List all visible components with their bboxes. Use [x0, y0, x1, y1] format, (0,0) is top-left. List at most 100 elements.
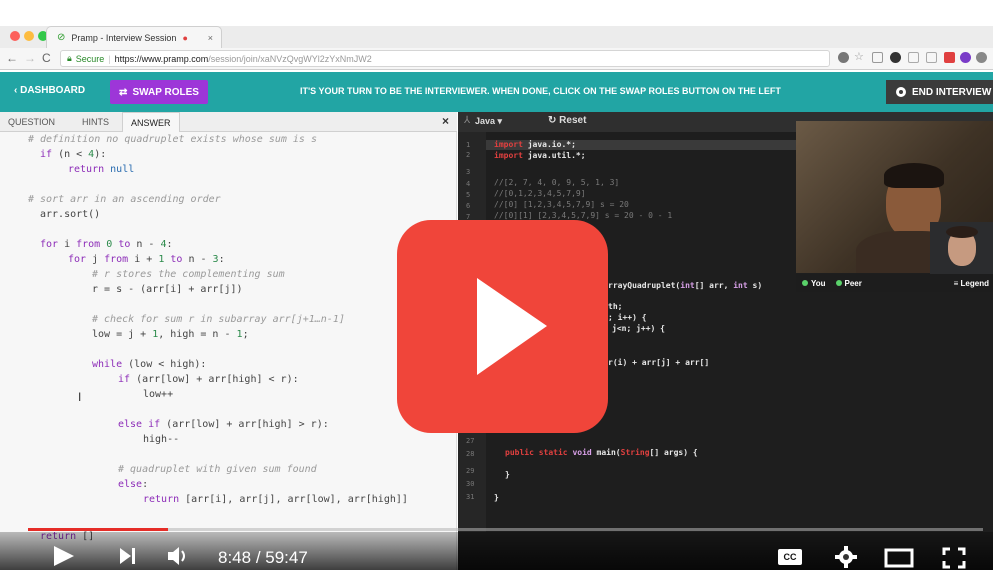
line-number: 30 [466, 480, 475, 488]
recording-dot-icon: ● [182, 32, 188, 43]
end-interview-label: END INTERVIEW [912, 86, 992, 98]
line-number: 6 [466, 202, 471, 210]
back-icon[interactable]: ← [6, 51, 18, 65]
extension-icon-4[interactable] [926, 52, 937, 63]
lock-icon: 🔒︎ [67, 53, 72, 63]
browser-tab[interactable]: ⊘ Pramp - Interview Session ● × [46, 26, 222, 48]
play-icon [477, 278, 547, 375]
favicon-icon: ⊘ [57, 32, 66, 43]
peer-hair [946, 226, 978, 238]
tab-question[interactable]: QUESTION [0, 112, 63, 132]
captions-icon[interactable]: CC [778, 549, 802, 565]
end-interview-icon [896, 87, 906, 97]
editor-line: //[0,1,2,3,4,5,7,9] [494, 189, 586, 198]
turn-message: IT'S YOUR TURN TO BE THE INTERVIEWER. WH… [300, 86, 781, 96]
extension-icon-6[interactable] [960, 52, 971, 63]
theater-mode-icon[interactable] [884, 548, 914, 568]
editor-line: r(i) + arr[j] + arr[] [608, 358, 710, 367]
progress-bar[interactable] [28, 528, 983, 531]
code-line: # r stores the complementing sum [92, 269, 285, 280]
address-bar[interactable]: 🔒︎ Secure | https://www.pramp.com/sessio… [60, 50, 830, 67]
next-icon[interactable] [118, 546, 138, 566]
editor-line: import java.io.*; [494, 140, 576, 149]
line-number: 5 [466, 191, 471, 199]
extension-icon-2[interactable] [890, 52, 901, 63]
address-path: /session/join/xaNVzQvgWYl2zYxNmJW2 [208, 53, 372, 64]
tab-hints[interactable]: HINTS [74, 112, 117, 132]
editor-line: public static void main(String[] args) { [505, 448, 698, 457]
editor-line: //[0] [1,2,3,4,5,7,9] s = 20 [494, 200, 629, 209]
camera-indicator-icon[interactable] [838, 52, 849, 63]
code-line: return null [68, 164, 135, 175]
tab-close-icon[interactable]: × [208, 33, 213, 43]
fullscreen-icon[interactable] [942, 547, 966, 569]
secure-label: Secure [75, 53, 105, 64]
code-line: if (arr[low] + arr[high] < r): [118, 374, 299, 385]
swap-roles-button[interactable]: ⇄ SWAP ROLES [110, 80, 208, 104]
language-select[interactable]: Java ▾ [475, 116, 502, 127]
time-display: 8:48 / 59:47 [218, 548, 308, 567]
line-number: 3 [466, 168, 471, 176]
editor-line: j<n; j++) { [612, 324, 665, 333]
close-window-icon[interactable] [10, 31, 20, 41]
minimize-window-icon[interactable] [24, 31, 34, 41]
legend-you: You [802, 279, 826, 288]
end-interview-button[interactable]: END INTERVIEW [886, 80, 993, 104]
reload-icon[interactable]: C [42, 51, 51, 65]
code-line: low = j + 1, high = n - 1; [92, 329, 249, 340]
editor-line: th; [608, 302, 623, 311]
extension-icon-1[interactable] [872, 52, 883, 63]
forward-icon[interactable]: → [24, 51, 36, 65]
address-host: https://www.pramp.com [114, 53, 209, 64]
code-line: # quadruplet with given sum found [118, 464, 317, 475]
editor-line: } [494, 493, 499, 502]
code-line: r = s - (arr[i] + arr[j]) [92, 284, 243, 295]
swap-roles-label: SWAP ROLES [132, 86, 199, 98]
legend-button[interactable]: ≡ Legend [954, 279, 989, 288]
editor-line: //[0][1] [2,3,4,5,7,9] s = 20 - 0 - 1 [494, 211, 673, 220]
legend-peer: Peer [835, 279, 862, 288]
line-number: 29 [466, 467, 475, 475]
line-number: 4 [466, 180, 471, 188]
code-line: arr.sort() [40, 209, 101, 220]
code-line: else: [118, 479, 149, 490]
extension-icon-5[interactable] [944, 52, 955, 63]
tab-title: Pramp - Interview Session [71, 32, 177, 43]
progress-fill [28, 528, 169, 531]
play-small-icon[interactable] [52, 544, 76, 568]
line-number: 1 [466, 141, 471, 149]
tab-answer[interactable]: ANSWER [122, 112, 180, 132]
dashboard-link[interactable]: ‹ DASHBOARD [14, 85, 85, 96]
code-line: else if (arr[low] + arr[high] > r): [118, 419, 329, 430]
line-number: 2 [466, 151, 471, 159]
line-number: 27 [466, 437, 475, 445]
code-line: # definition no quadruplet exists whose … [28, 134, 317, 145]
volume-icon[interactable] [166, 545, 190, 567]
code-line: high-- [143, 434, 180, 445]
close-panel-icon[interactable]: × [442, 114, 449, 128]
language-icon: ⅄ [464, 115, 471, 126]
code-line: while (low < high): [92, 359, 207, 370]
code-line: if (n < 4): [40, 149, 107, 160]
line-number: 31 [466, 493, 475, 501]
dashboard-label: DASHBOARD [20, 85, 86, 96]
editor-line: } [505, 470, 510, 479]
extension-icon-7[interactable] [976, 52, 987, 63]
settings-gear-icon[interactable] [834, 545, 858, 569]
editor-line: import java.util.*; [494, 151, 586, 160]
code-line: # check for sum r in subarray arr[j+1…n-… [92, 314, 345, 325]
play-button[interactable] [397, 220, 608, 433]
peer-video [930, 222, 993, 274]
swap-icon: ⇄ [119, 86, 128, 98]
code-line: return [arr[i], arr[j], arr[low], arr[hi… [143, 494, 408, 505]
code-line: for i from 0 to n - 4: [40, 239, 173, 250]
bookmark-star-icon[interactable]: ☆ [854, 50, 864, 63]
editor-line: //[2, 7, 4, 0, 9, 5, 1, 3] [494, 178, 620, 187]
video-legend-bar: You Peer ≡ Legend [796, 274, 993, 292]
editor-line: rrayQuadruplet(int[] arr, int s) [608, 281, 763, 290]
address-divider: | [108, 53, 111, 64]
extension-icon-3[interactable] [908, 52, 919, 63]
reset-button[interactable]: ↻ Reset [548, 115, 586, 126]
reset-icon: ↻ [548, 115, 557, 126]
code-line: low++ [143, 389, 174, 400]
